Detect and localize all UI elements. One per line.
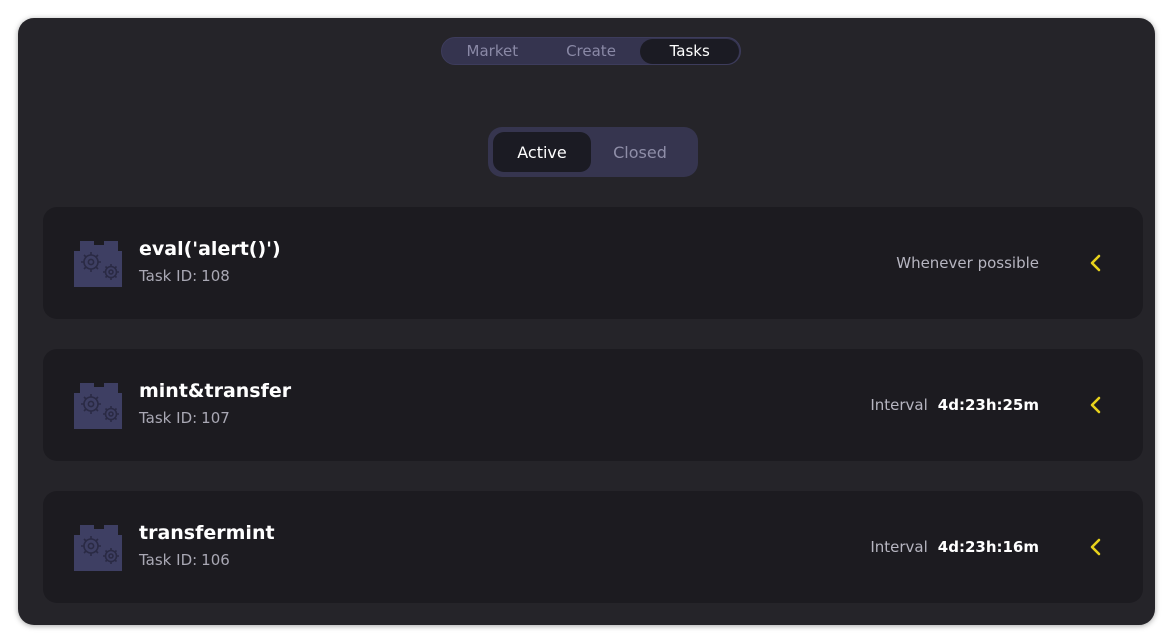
schedule-value: 4d:23h:16m	[937, 538, 1039, 556]
chevron-left-icon[interactable]	[1087, 394, 1103, 416]
task-title: mint&transfer	[139, 380, 292, 402]
task-title: eval('alert()')	[139, 238, 281, 260]
schedule-label: Interval	[870, 538, 928, 556]
task-schedule: Interval 4d:23h:25m	[870, 396, 1039, 414]
tab-tasks[interactable]: Tasks	[640, 38, 740, 64]
schedule-value: 4d:23h:25m	[937, 396, 1039, 414]
task-card[interactable]: transfermint Task ID: 106 Interval 4d:23h…	[43, 491, 1143, 603]
status-filter: Active Closed	[488, 127, 698, 177]
task-card[interactable]: eval('alert()') Task ID: 108 Whenever pos…	[43, 207, 1143, 319]
filter-closed-button[interactable]: Closed	[591, 132, 689, 172]
schedule-label: Interval	[870, 396, 928, 414]
task-id-label: Task ID:	[139, 409, 198, 427]
task-id-value: 107	[201, 409, 230, 427]
task-schedule: Whenever possible	[896, 254, 1039, 272]
task-title: transfermint	[139, 522, 275, 544]
task-id: Task ID: 107	[139, 409, 230, 427]
gears-icon	[74, 525, 122, 571]
gears-icon	[74, 383, 122, 429]
filter-active-button[interactable]: Active	[493, 132, 591, 172]
task-id-value: 108	[201, 267, 230, 285]
task-id-value: 106	[201, 551, 230, 569]
task-card[interactable]: mint&transfer Task ID: 107 Interval 4d:23…	[43, 349, 1143, 461]
schedule-label: Whenever possible	[896, 254, 1039, 272]
chevron-left-icon[interactable]	[1087, 252, 1103, 274]
task-schedule: Interval 4d:23h:16m	[870, 538, 1039, 556]
task-id-label: Task ID:	[139, 551, 198, 569]
tab-create[interactable]: Create	[542, 39, 641, 64]
app-window: Market Create Tasks Active Closed eval('…	[18, 18, 1155, 625]
gears-icon	[74, 241, 122, 287]
task-id: Task ID: 108	[139, 267, 230, 285]
top-nav: Market Create Tasks	[441, 37, 741, 65]
task-id-label: Task ID:	[139, 267, 198, 285]
tab-market[interactable]: Market	[443, 39, 542, 64]
task-id: Task ID: 106	[139, 551, 230, 569]
chevron-left-icon[interactable]	[1087, 536, 1103, 558]
